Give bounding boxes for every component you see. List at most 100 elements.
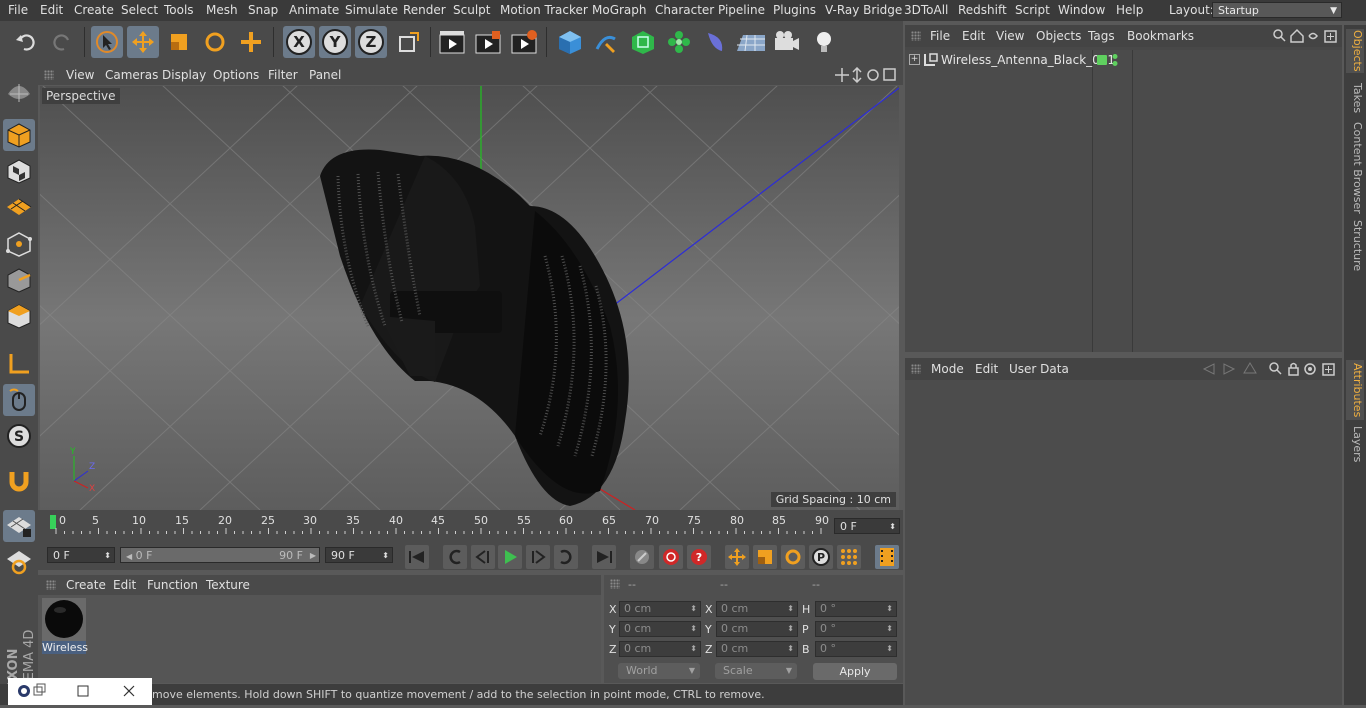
object-menu-bookmarks[interactable]: Bookmarks	[1127, 29, 1194, 43]
polygons-mode-button[interactable]	[3, 300, 35, 332]
redo-button[interactable]	[46, 26, 78, 58]
size-mode-dropdown[interactable]: Scale ▼	[715, 663, 797, 679]
layer-color-tag[interactable]	[1097, 55, 1107, 65]
object-menu-tags[interactable]: Tags	[1088, 29, 1115, 43]
scale-tool-button[interactable]	[163, 26, 195, 58]
target-icon[interactable]	[1304, 363, 1316, 375]
object-menu-file[interactable]: File	[930, 29, 950, 43]
previous-frame-button[interactable]	[471, 545, 495, 569]
position-z-field[interactable]: 0 cm ⬍	[619, 641, 701, 657]
next-key-button[interactable]	[554, 545, 578, 569]
size-z-field[interactable]: 0 cm ⬍	[716, 641, 798, 657]
render-settings-button[interactable]	[508, 26, 540, 58]
make-editable-button[interactable]	[3, 75, 35, 107]
key-scale-button[interactable]	[753, 545, 777, 569]
keyframe-selection-button[interactable]: ?	[687, 545, 711, 569]
deformer-button[interactable]	[699, 26, 731, 58]
record-keyframe-button[interactable]	[630, 545, 654, 569]
current-frame-field[interactable]: 0 F ⬍	[834, 518, 900, 534]
visibility-dots-icon[interactable]	[1111, 53, 1119, 67]
coordinate-system-button[interactable]	[393, 26, 425, 58]
viewport-menu-display[interactable]: Display	[162, 68, 206, 82]
move-tool-button[interactable]	[127, 26, 159, 58]
edges-mode-button[interactable]	[3, 264, 35, 296]
restore-icon[interactable]	[33, 683, 46, 696]
attribute-menu-mode[interactable]: Mode	[931, 362, 964, 376]
tab-content-browser[interactable]: Content Browser	[1346, 122, 1364, 214]
menu-plugins[interactable]: Plugins	[773, 3, 816, 17]
back-arrow-icon[interactable]	[1202, 363, 1215, 375]
tab-objects[interactable]: Objects	[1346, 29, 1364, 73]
apply-button[interactable]: Apply	[813, 663, 897, 680]
timeline-window-button[interactable]	[875, 545, 899, 569]
menu-create[interactable]: Create	[74, 3, 114, 17]
viewport-menu-options[interactable]: Options	[213, 68, 259, 82]
menu-redshift[interactable]: Redshift	[958, 3, 1007, 17]
new-window-icon[interactable]	[1322, 363, 1335, 376]
up-arrow-icon[interactable]	[1243, 362, 1257, 374]
add-tool-button[interactable]	[235, 26, 267, 58]
size-y-field[interactable]: 0 cm ⬍	[716, 621, 798, 637]
texture-mode-button[interactable]	[3, 155, 35, 187]
material-swatch[interactable]: Wireless	[42, 598, 88, 654]
subdivision-button[interactable]	[627, 26, 659, 58]
menu-simulate[interactable]: Simulate	[345, 3, 398, 17]
menu-snap[interactable]: Snap	[248, 3, 278, 17]
start-frame-field[interactable]: 0 F ⬍	[47, 547, 115, 563]
menu-mograph[interactable]: MoGraph	[592, 3, 647, 17]
lock-icon[interactable]	[1288, 362, 1299, 376]
previous-key-button[interactable]	[443, 545, 467, 569]
timeline-ruler[interactable]	[50, 528, 835, 534]
y-axis-button[interactable]: Y	[319, 26, 351, 58]
search-icon[interactable]	[1269, 362, 1282, 375]
search-icon[interactable]	[1273, 29, 1286, 42]
magnet-button[interactable]	[3, 465, 35, 497]
menu-select[interactable]: Select	[121, 3, 158, 17]
rotation-b-field[interactable]: 0 ° ⬍	[815, 641, 897, 657]
object-menu-objects[interactable]: Objects	[1036, 29, 1081, 43]
floor-button[interactable]	[735, 26, 767, 58]
material-menu-texture[interactable]: Texture	[206, 578, 250, 592]
light-button[interactable]	[808, 26, 840, 58]
end-frame-field[interactable]: 90 F ⬍	[325, 547, 393, 563]
tab-takes[interactable]: Takes	[1346, 80, 1364, 116]
go-to-end-button[interactable]	[592, 545, 616, 569]
maximize-icon[interactable]	[883, 68, 896, 81]
coordinate-space-dropdown[interactable]: World ▼	[618, 663, 700, 679]
menu-3dtoall[interactable]: 3DToAll	[904, 3, 948, 17]
camera-button[interactable]	[771, 26, 803, 58]
menu-file[interactable]: File	[8, 3, 28, 17]
viewport-3d[interactable]: Y Z X	[40, 86, 899, 510]
autokey-button[interactable]	[659, 545, 683, 569]
antenna-model[interactable]	[320, 149, 629, 506]
render-view-button[interactable]	[436, 26, 468, 58]
orbit-icon[interactable]	[867, 69, 879, 81]
rotation-p-field[interactable]: 0 ° ⬍	[815, 621, 897, 637]
menu-render[interactable]: Render	[403, 3, 446, 17]
material-menu-create[interactable]: Create	[66, 578, 106, 592]
tab-layers[interactable]: Layers	[1346, 425, 1364, 463]
axis-mode-button[interactable]	[3, 348, 35, 380]
pan-icon[interactable]	[835, 68, 849, 82]
menu-animate[interactable]: Animate	[289, 3, 339, 17]
select-tool-button[interactable]	[91, 26, 123, 58]
material-menu-function[interactable]: Function	[147, 578, 198, 592]
next-frame-button[interactable]	[526, 545, 550, 569]
rotation-h-field[interactable]: 0 ° ⬍	[815, 601, 897, 617]
dolly-icon[interactable]	[852, 67, 862, 83]
cloner-button[interactable]	[663, 26, 695, 58]
key-pla-button[interactable]	[837, 545, 861, 569]
undo-button[interactable]	[10, 26, 42, 58]
x-axis-button[interactable]: X	[283, 26, 315, 58]
object-menu-edit[interactable]: Edit	[962, 29, 985, 43]
cube-primitive-button[interactable]	[554, 26, 586, 58]
material-menu-edit[interactable]: Edit	[113, 578, 136, 592]
menu-character[interactable]: Character	[655, 3, 714, 17]
menu-tools[interactable]: Tools	[164, 3, 194, 17]
position-y-field[interactable]: 0 cm ⬍	[619, 621, 701, 637]
menu-sculpt[interactable]: Sculpt	[453, 3, 490, 17]
menu-script[interactable]: Script	[1015, 3, 1050, 17]
menu-vray-bridge[interactable]: V-Ray Bridge	[825, 3, 902, 17]
menu-mesh[interactable]: Mesh	[206, 3, 238, 17]
position-x-field[interactable]: 0 cm ⬍	[619, 601, 701, 617]
